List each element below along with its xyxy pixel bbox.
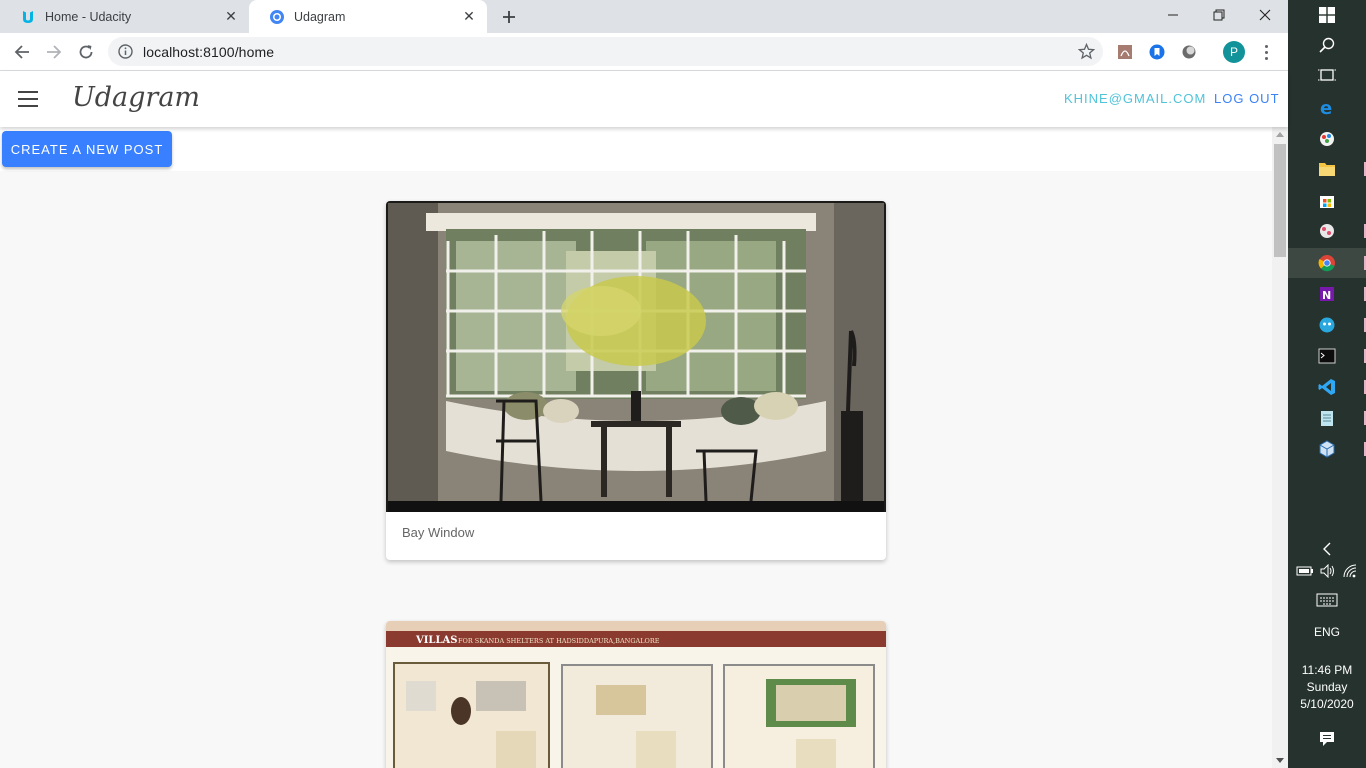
battery-icon[interactable] bbox=[1296, 564, 1314, 582]
dark-mode-extension-icon[interactable] bbox=[1180, 43, 1198, 61]
profile-avatar[interactable]: P bbox=[1223, 41, 1245, 63]
windows-start-icon[interactable] bbox=[1288, 0, 1366, 30]
villa-floor-plans: VILLAS FOR SKANDA SHELTERS AT HADSIDDAPU… bbox=[386, 621, 886, 768]
feed-content: CREATE A NEW POST Bay Window VILLAS FOR … bbox=[0, 127, 1272, 768]
logout-button[interactable]: LOG OUT bbox=[1214, 91, 1280, 106]
system-tray bbox=[1296, 563, 1358, 583]
scroll-thumb[interactable] bbox=[1274, 144, 1286, 257]
clock-date[interactable]: 5/10/2020 bbox=[1288, 697, 1366, 711]
windows-taskbar: e N ENG 11:46 PM Sunday 5/10/2020 bbox=[1288, 0, 1366, 768]
flyer-subtitle: FOR SKANDA SHELTERS AT HADSIDDAPURA,BANG… bbox=[458, 637, 660, 645]
wifi-icon[interactable] bbox=[1342, 564, 1358, 583]
chrome-icon[interactable] bbox=[1288, 248, 1366, 278]
browser-tab-bar: Home - Udacity ✕ Udagram ✕ bbox=[0, 0, 1288, 33]
show-hidden-icons-chevron-icon[interactable] bbox=[1288, 534, 1366, 564]
bookmark-star-icon[interactable] bbox=[1077, 42, 1096, 60]
svg-text:N: N bbox=[1322, 289, 1331, 302]
close-tab-icon[interactable]: ✕ bbox=[223, 8, 239, 25]
reload-button[interactable] bbox=[72, 38, 100, 66]
tab-title: Home - Udacity bbox=[45, 9, 132, 24]
tab-home-udacity[interactable]: Home - Udacity ✕ bbox=[0, 0, 249, 33]
file-explorer-icon[interactable] bbox=[1288, 154, 1366, 184]
paint-3d-icon[interactable] bbox=[1288, 216, 1366, 246]
svg-text:e: e bbox=[1320, 98, 1332, 116]
close-window-button[interactable] bbox=[1242, 0, 1288, 30]
back-button[interactable] bbox=[8, 38, 36, 66]
action-bar: CREATE A NEW POST bbox=[0, 127, 1272, 171]
new-tab-button[interactable] bbox=[499, 7, 519, 27]
touch-keyboard-icon[interactable] bbox=[1288, 585, 1366, 615]
scroll-down-arrow-icon[interactable] bbox=[1276, 758, 1284, 763]
virtualbox-icon[interactable] bbox=[1288, 434, 1366, 464]
action-center-icon[interactable] bbox=[1288, 724, 1366, 754]
browser-toolbar: localhost:8100/home P bbox=[0, 33, 1288, 71]
vscode-icon[interactable] bbox=[1288, 372, 1366, 402]
site-info-icon[interactable] bbox=[118, 44, 133, 59]
clock-time[interactable]: 11:46 PM bbox=[1288, 663, 1366, 677]
forward-button[interactable] bbox=[40, 38, 68, 66]
edge-browser-icon[interactable]: e bbox=[1288, 92, 1366, 122]
pdf-extension-icon[interactable] bbox=[1116, 43, 1134, 61]
tab-title: Udagram bbox=[294, 9, 346, 24]
bay-window-photo bbox=[386, 201, 886, 512]
close-tab-icon[interactable]: ✕ bbox=[461, 8, 477, 25]
udacity-logo-icon bbox=[20, 9, 36, 25]
url-text: localhost:8100/home bbox=[143, 44, 275, 60]
page-scrollbar[interactable] bbox=[1272, 127, 1288, 768]
browser-menu-icon[interactable] bbox=[1257, 42, 1275, 62]
paint-app-icon[interactable] bbox=[1288, 123, 1366, 153]
feed-card: VILLAS FOR SKANDA SHELTERS AT HADSIDDAPU… bbox=[386, 621, 886, 768]
search-icon[interactable] bbox=[1288, 30, 1366, 60]
flyer-title: VILLAS bbox=[415, 635, 457, 646]
command-prompt-icon[interactable] bbox=[1288, 341, 1366, 371]
scroll-up-arrow-icon[interactable] bbox=[1276, 132, 1284, 137]
app-logo: Udagram bbox=[72, 82, 201, 113]
input-language[interactable]: ENG bbox=[1288, 625, 1366, 639]
notepad-icon[interactable] bbox=[1288, 403, 1366, 433]
task-view-icon[interactable] bbox=[1288, 60, 1366, 90]
bookmark-extension-icon[interactable] bbox=[1148, 43, 1166, 61]
post-caption: Bay Window bbox=[402, 525, 475, 540]
app-header: Udagram KHINE@GMAIL.COM LOG OUT bbox=[0, 71, 1288, 127]
create-post-button[interactable]: CREATE A NEW POST bbox=[2, 131, 172, 167]
globe-icon bbox=[269, 9, 285, 25]
address-bar[interactable]: localhost:8100/home bbox=[108, 37, 1103, 66]
minimize-button[interactable] bbox=[1150, 0, 1196, 30]
chat-app-icon[interactable] bbox=[1288, 310, 1366, 340]
user-email-link[interactable]: KHINE@GMAIL.COM bbox=[1064, 91, 1206, 106]
clock-day[interactable]: Sunday bbox=[1288, 680, 1366, 694]
volume-icon[interactable] bbox=[1320, 563, 1336, 583]
onenote-icon[interactable]: N bbox=[1288, 279, 1366, 309]
tab-udagram[interactable]: Udagram ✕ bbox=[249, 0, 487, 33]
restore-button[interactable] bbox=[1196, 0, 1242, 30]
hamburger-menu-icon[interactable] bbox=[18, 91, 38, 107]
feed-card: Bay Window bbox=[386, 201, 886, 560]
store-icon[interactable] bbox=[1288, 185, 1366, 215]
